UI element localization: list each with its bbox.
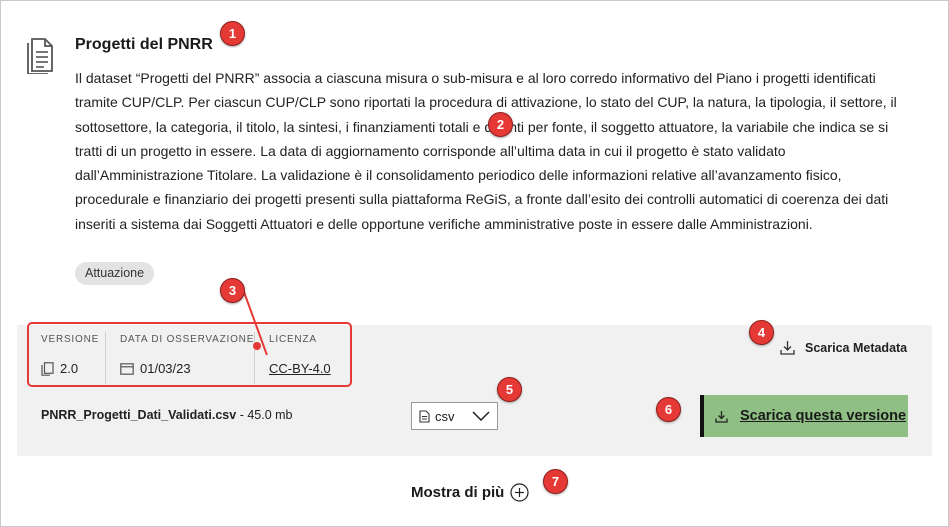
file-size: - 45.0 mb	[236, 408, 293, 422]
marker-1: 1	[220, 21, 245, 46]
download-metadata-label: Scarica Metadata	[805, 340, 908, 355]
plus-circle-icon	[510, 483, 529, 502]
marker-4: 4	[749, 320, 774, 345]
dataset-title: Progetti del PNRR	[75, 36, 213, 53]
file-name: PNRR_Progetti_Dati_Validati.csv - 45.0 m…	[41, 408, 293, 422]
marker-3: 3	[220, 278, 245, 303]
download-metadata-button[interactable]: Scarica Metadata	[780, 340, 907, 355]
marker-5: 5	[497, 377, 522, 402]
format-select[interactable]: csv	[411, 402, 498, 430]
marker-6: 6	[656, 397, 681, 422]
show-more-label: Mostra di più	[411, 484, 505, 501]
metadata-highlight-box	[27, 322, 352, 387]
file-icon	[419, 409, 430, 423]
file-name-text: PNRR_Progetti_Dati_Validati.csv	[41, 408, 237, 422]
tag-attuazione[interactable]: Attuazione	[75, 262, 155, 285]
marker-3-dot	[253, 342, 261, 350]
document-icon	[27, 38, 53, 74]
download-icon	[780, 341, 795, 355]
dataset-description: Il dataset “Progetti del PNRR” associa a…	[75, 70, 897, 232]
marker-2: 2	[488, 112, 513, 137]
marker-7: 7	[543, 469, 568, 494]
format-select-value: csv	[435, 408, 455, 424]
chevron-down-icon	[472, 411, 490, 421]
download-version-label: Scarica questa versione	[740, 408, 907, 424]
download-version-button[interactable]: Scarica questa versione	[700, 395, 908, 437]
show-more-button[interactable]: Mostra di più	[411, 483, 529, 502]
download-icon	[715, 410, 728, 423]
